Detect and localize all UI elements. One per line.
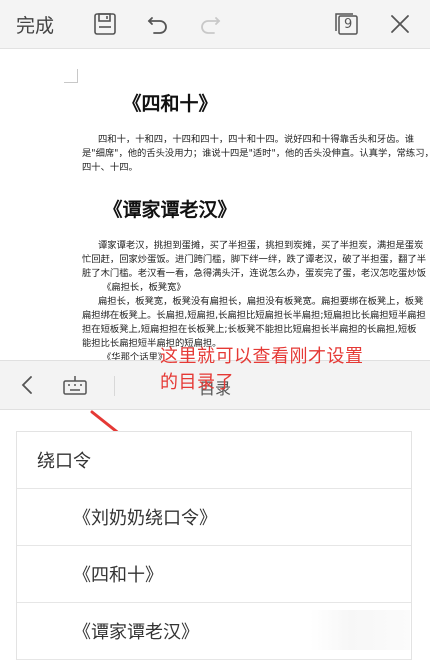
doc-line: 忙回赶，回家炒蛋饭。进门跨门槛，脚下绊一绊，跌了谭老汉，破了半担蛋，翻了半 — [82, 254, 426, 265]
doc-title-tanjia: 《谭家谭老汉》 — [103, 199, 237, 221]
toc-item-label: 《刘奶奶绕口令》 — [73, 508, 217, 529]
page-count-label: 9 — [344, 17, 353, 32]
toc-item-sihe-shi[interactable]: 《四和十》 — [17, 546, 411, 603]
doc-line: 扁担长，板凳宽，板凳没有扁担长，扁担没有板凳宽。扁担要绑在板凳上，板凳 — [98, 296, 424, 307]
page-count-icon[interactable]: 9 — [334, 12, 360, 36]
annotation-line-2: 的目录了 — [160, 372, 234, 393]
redo-icon[interactable] — [198, 12, 222, 36]
doc-line: 脏了木门槛。老汉看一看，急得满头汗，连说怎么办，蛋炭完了蛋，老汉怎吃蛋炒饭 — [82, 268, 426, 279]
doc-line: 谭家谭老汉，挑担到蛋摊，买了半担蛋，挑担到炭摊，买了半担炭，满担是蛋炭 — [98, 240, 424, 251]
doc-line: 四和十，十和四，十四和四十，四十和十四。说好四和十得靠舌头和牙齿。谁 — [98, 134, 415, 145]
toc-item-liunainai[interactable]: 《刘奶奶绕口令》 — [17, 489, 411, 546]
done-button[interactable]: 完成 — [16, 11, 54, 38]
doc-line: 担在短板凳上,短扁担担在长板凳上;长板凳不能担比短扁担长半扁担的长扁担,短板 — [82, 324, 417, 335]
toc-item-label: 《四和十》 — [73, 565, 163, 586]
page-corner-mark — [64, 69, 78, 83]
close-icon[interactable] — [388, 12, 412, 36]
undo-icon[interactable] — [146, 12, 170, 36]
toc-item-raokouling[interactable]: 绕口令 — [17, 432, 411, 489]
doc-line: 是"细席"，他的舌头没用力；谁说十四是"适时"，他的舌头没伸直。认真学，常练习， — [82, 148, 430, 159]
doc-title-sihe-shi: 《四和十》 — [122, 93, 218, 115]
doc-paragraph-1: 四和十，十和四，十四和四十，四十和十四。说好四和十得靠舌头和牙齿。谁 是"细席"… — [82, 133, 430, 175]
doc-line: 《扁担长，板凳宽》 — [102, 282, 186, 293]
top-toolbar: 完成 9 — [0, 0, 430, 49]
toc-item-label: 《谭家谭老汉》 — [73, 622, 199, 643]
toc-item-label: 绕口令 — [37, 451, 91, 472]
watermark-blur — [310, 610, 410, 650]
save-icon[interactable] — [93, 12, 117, 36]
document-preview: 《四和十》 四和十，十和四，十四和四十，四十和十四。说好四和十得靠舌头和牙齿。谁… — [0, 49, 430, 360]
doc-line: 四十、十四。 — [82, 162, 138, 173]
doc-line: 扁担绑在板凳上。长扁担,短扁担,长扁担比短扁担长半扁担;短扁担比长扁担短半扁担 — [82, 310, 426, 321]
annotation-line-1: 这里就可以查看刚才设置 — [160, 346, 364, 367]
